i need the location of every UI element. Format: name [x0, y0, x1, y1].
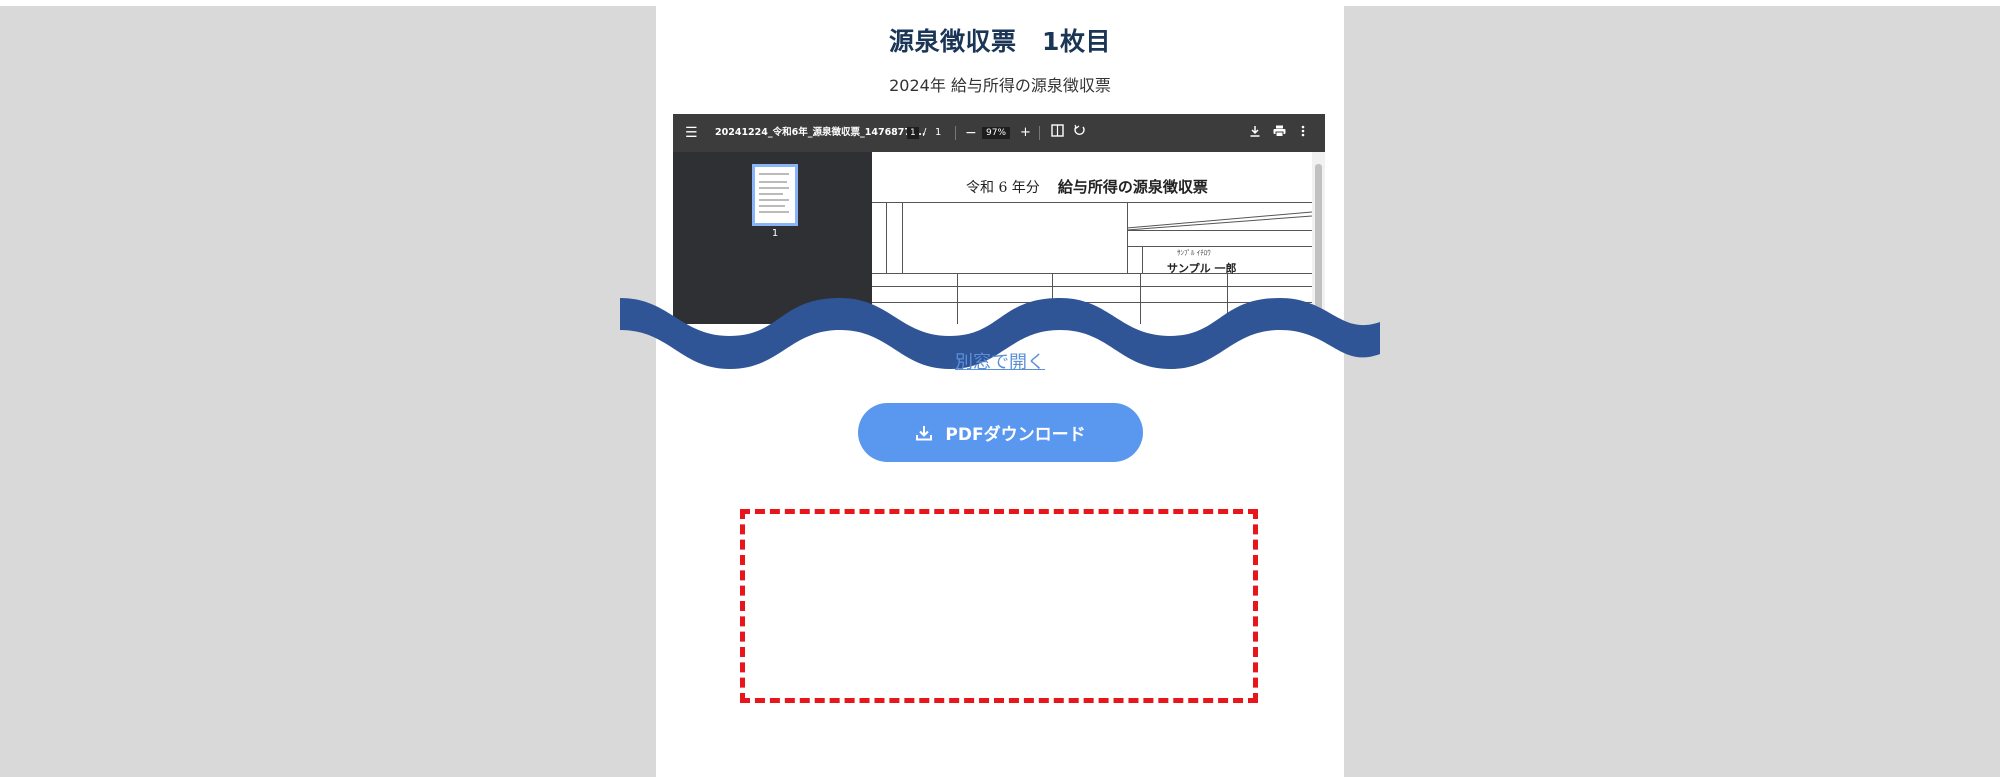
- document-title: 令和 6 年分 給与所得の源泉徴収票: [966, 176, 1208, 197]
- recipient-kana: ｻﾝﾌﾟﾙ ｲﾁﾛｳ: [1177, 249, 1211, 257]
- menu-icon[interactable]: ☰: [685, 114, 698, 152]
- page-total: 1: [935, 127, 942, 138]
- recipient-name: サンプル 一郎: [1167, 262, 1237, 275]
- pdf-download-button[interactable]: PDFダウンロード: [858, 403, 1143, 462]
- toolbar-divider: [955, 126, 956, 140]
- thumbnail-page-number: 1: [771, 228, 779, 239]
- document-title-main: 給与所得の源泉徴収票: [1057, 178, 1208, 196]
- pdf-download-label: PDFダウンロード: [945, 425, 1086, 445]
- page-thumbnail[interactable]: [752, 164, 798, 226]
- background-left: [0, 6, 656, 777]
- pdf-filename: 20241224_令和6年_源泉徴収票_1476877....: [715, 127, 926, 138]
- print-icon[interactable]: [1273, 114, 1286, 152]
- background-right: [1344, 6, 2000, 777]
- more-options-icon[interactable]: [1301, 114, 1305, 152]
- toolbar-divider: [1039, 126, 1040, 140]
- page-number-input[interactable]: 1: [907, 127, 919, 139]
- zoom-in-button[interactable]: +: [1020, 114, 1031, 152]
- rotate-icon[interactable]: [1073, 114, 1086, 152]
- page-title: 源泉徴収票 1枚目: [889, 27, 1111, 56]
- highlight-placeholder-box: [740, 509, 1258, 703]
- download-icon: [916, 425, 933, 440]
- fit-page-icon[interactable]: [1051, 114, 1064, 152]
- download-icon[interactable]: [1249, 114, 1261, 152]
- open-new-window-link[interactable]: 別窓で開く: [656, 348, 1344, 374]
- document-title-era: 令和 6 年分: [966, 180, 1040, 196]
- page-subtitle: 2024年 給与所得の源泉徴収票: [889, 76, 1111, 95]
- page-separator: /: [923, 127, 927, 138]
- zoom-out-button[interactable]: −: [965, 114, 977, 152]
- pdf-toolbar: ☰ 20241224_令和6年_源泉徴収票_1476877.... 1 / 1 …: [673, 114, 1325, 152]
- zoom-level-input[interactable]: 97%: [982, 127, 1011, 139]
